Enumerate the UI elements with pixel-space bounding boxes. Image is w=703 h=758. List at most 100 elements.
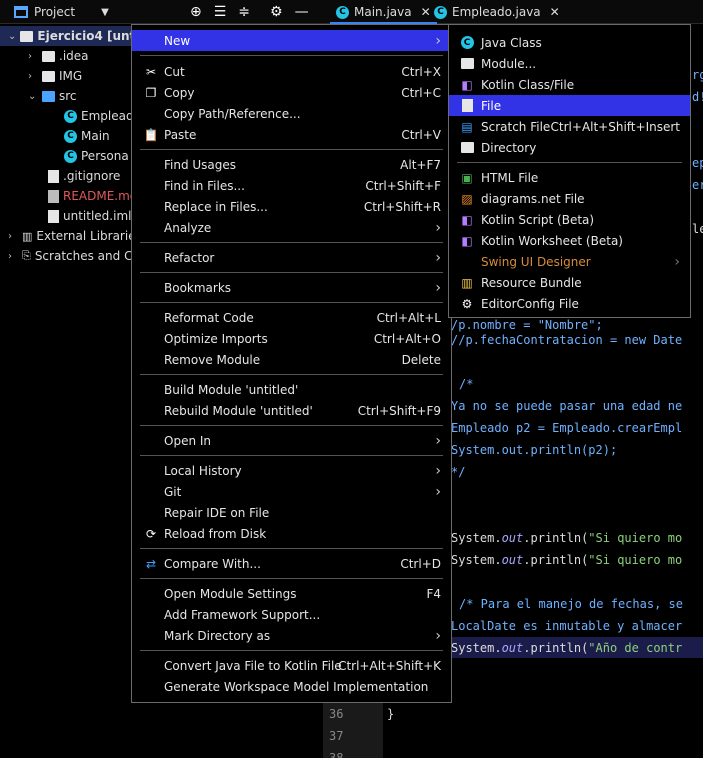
submenu-item-java-class[interactable]: C Java Class: [449, 32, 690, 53]
menu-item-mark-directory[interactable]: Mark Directory as ›: [132, 625, 451, 646]
collapse-all-icon[interactable]: ≑: [238, 4, 250, 20]
menu-item-new[interactable]: New ›: [132, 30, 451, 51]
kotlin-script-icon: ◧: [461, 212, 473, 227]
gear-icon[interactable]: ⚙: [270, 4, 283, 20]
menu-item-git[interactable]: Git ›: [132, 481, 451, 502]
menu-item-open-in[interactable]: Open In ›: [132, 430, 451, 451]
submenu-item-module[interactable]: Module...: [449, 53, 690, 74]
chevron-right-icon: ›: [435, 219, 441, 236]
submenu-item-scratch-file[interactable]: ▤ Scratch File Ctrl+Alt+Shift+Insert: [449, 116, 690, 137]
menu-item-copy-path[interactable]: Copy Path/Reference...: [132, 103, 451, 124]
context-menu: New › ✂ Cut Ctrl+X ❐ Copy Ctrl+C Copy Path/Re…: [131, 24, 452, 703]
menu-item-bookmarks[interactable]: Bookmarks ›: [132, 277, 451, 298]
submenu-item-diagrams[interactable]: ▨ diagrams.net File: [449, 188, 690, 209]
tree-item-label: untitled.iml: [63, 209, 132, 223]
code-line: //p.fechaContratacion = new Date: [451, 333, 683, 347]
menu-item-build-module[interactable]: Build Module 'untitled': [132, 379, 451, 400]
scissors-icon: ✂: [145, 64, 157, 79]
scratches-icon: ⎘: [22, 249, 31, 262]
chevron-right-icon: ›: [28, 70, 32, 82]
submenu-item-directory[interactable]: Directory: [449, 137, 690, 158]
menu-item-refactor[interactable]: Refactor ›: [132, 247, 451, 268]
tree-item-iml[interactable]: untitled.iml: [48, 206, 131, 226]
tree-item-label: src: [59, 89, 77, 103]
submenu-item-kotlin-script[interactable]: ◧ Kotlin Script (Beta): [449, 209, 690, 230]
submenu-item-resource-bundle[interactable]: ▥ Resource Bundle: [449, 272, 690, 293]
dropdown-icon: ▼: [101, 6, 109, 18]
code-fragment: ep: [692, 156, 703, 170]
menu-item-paste[interactable]: 📋 Paste Ctrl+V: [132, 124, 451, 145]
copy-icon: ❐: [145, 85, 157, 100]
folder-icon: [42, 50, 55, 62]
menu-item-generate-workspace[interactable]: Generate Workspace Model Implementation: [132, 676, 451, 697]
line-gutter: 36 37 38: [323, 700, 383, 758]
minimize-icon[interactable]: —: [295, 4, 309, 20]
menu-item-compare-with[interactable]: ⇄ Compare With... Ctrl+D: [132, 553, 451, 574]
tree-item-label: External Librarie: [36, 229, 136, 243]
resource-bundle-icon: ▥: [461, 275, 473, 290]
tree-item-idea[interactable]: › .idea: [28, 46, 89, 66]
project-tree: ⌄ Ejercicio4 [untitl › .idea › IMG ⌄ src…: [0, 24, 149, 758]
menu-item-copy[interactable]: ❐ Copy Ctrl+C: [132, 82, 451, 103]
html-icon: ▣: [461, 170, 473, 185]
tree-item-scratches[interactable]: › ⎘ Scratches and C: [8, 246, 132, 266]
menu-item-convert-kotlin[interactable]: Convert Java File to Kotlin File Ctrl+Alt…: [132, 655, 451, 676]
tree-item-persona[interactable]: C Persona: [64, 146, 129, 166]
code-line: Ya no se puede pasar una edad ne: [451, 399, 683, 413]
menu-item-module-settings[interactable]: Open Module Settings F4: [132, 583, 451, 604]
menu-item-repair-ide[interactable]: Repair IDE on File: [132, 502, 451, 523]
locate-icon[interactable]: ⊕: [190, 4, 202, 20]
project-view-selector[interactable]: Project ▼: [0, 0, 200, 24]
code-fragment: rg: [692, 68, 703, 82]
menu-item-add-framework[interactable]: Add Framework Support...: [132, 604, 451, 625]
menu-item-find-in-files[interactable]: Find in Files... Ctrl+Shift+F: [132, 175, 451, 196]
menu-item-reload[interactable]: ⟳ Reload from Disk: [132, 523, 451, 544]
close-icon[interactable]: ✕: [550, 5, 560, 19]
expand-all-icon[interactable]: ☰: [214, 4, 227, 20]
code-line: System.out.println("Si quiero mo: [451, 531, 683, 545]
submenu-item-editorconfig[interactable]: ⚙ EditorConfig File: [449, 293, 690, 314]
menu-item-rebuild-module[interactable]: Rebuild Module 'untitled' Ctrl+Shift+F9: [132, 400, 451, 421]
tree-item-src[interactable]: ⌄ src: [28, 86, 77, 106]
chevron-right-icon: ›: [435, 279, 441, 296]
chevron-right-icon: ›: [8, 230, 12, 242]
tab-empleado[interactable]: C Empleado.java ✕: [428, 0, 566, 24]
code-line: System.out.println("Año de contr: [451, 641, 683, 655]
code-line: }: [387, 707, 395, 721]
submenu-item-swing-designer[interactable]: Swing UI Designer ›: [449, 251, 690, 272]
code-line: System.out.println("Si quiero mo: [451, 553, 683, 567]
class-icon: C: [64, 129, 77, 143]
folder-icon: [20, 30, 34, 42]
submenu-item-file[interactable]: File: [449, 95, 690, 116]
menu-item-cut[interactable]: ✂ Cut Ctrl+X: [132, 61, 451, 82]
tab-main[interactable]: C Main.java ✕: [330, 0, 437, 24]
menu-item-replace-in-files[interactable]: Replace in Files... Ctrl+Shift+R: [132, 196, 451, 217]
menu-item-find-usages[interactable]: Find Usages Alt+F7: [132, 154, 451, 175]
submenu-item-kotlin-class[interactable]: ◧ Kotlin Class/File: [449, 74, 690, 95]
tree-root[interactable]: ⌄ Ejercicio4 [untitl: [0, 26, 149, 46]
tree-item-readme[interactable]: README.md: [48, 186, 137, 206]
tree-item-external-libraries[interactable]: › ▥ External Librarie: [8, 226, 136, 246]
menu-item-local-history[interactable]: Local History ›: [132, 460, 451, 481]
compare-icon: ⇄: [145, 556, 157, 571]
class-icon: C: [336, 5, 349, 19]
kotlin-worksheet-icon: ◧: [461, 233, 473, 248]
file-icon: [48, 169, 59, 183]
tree-item-img[interactable]: › IMG: [28, 66, 82, 86]
line-number: 38: [329, 751, 344, 758]
tree-item-label: .gitignore: [63, 169, 121, 183]
tree-item-gitignore[interactable]: .gitignore: [48, 166, 120, 186]
menu-item-remove-module[interactable]: Remove Module Delete: [132, 349, 451, 370]
submenu-item-kotlin-worksheet[interactable]: ◧ Kotlin Worksheet (Beta): [449, 230, 690, 251]
menu-item-optimize-imports[interactable]: Optimize Imports Ctrl+Alt+O: [132, 328, 451, 349]
submenu-item-html-file[interactable]: ▣ HTML File: [449, 167, 690, 188]
code-line: System.out.println(p2);: [451, 443, 618, 457]
menu-item-analyze[interactable]: Analyze ›: [132, 217, 451, 238]
class-icon: C: [64, 109, 77, 123]
tree-item-label: Scratches and C: [34, 249, 133, 263]
tree-item-empleado[interactable]: C Empleado: [64, 106, 141, 126]
tree-item-main[interactable]: C Main: [64, 126, 110, 146]
menu-item-reformat[interactable]: Reformat Code Ctrl+Alt+L: [132, 307, 451, 328]
project-label: Project: [34, 5, 76, 19]
code-line: /p.nombre = "Nombre";: [451, 318, 603, 332]
